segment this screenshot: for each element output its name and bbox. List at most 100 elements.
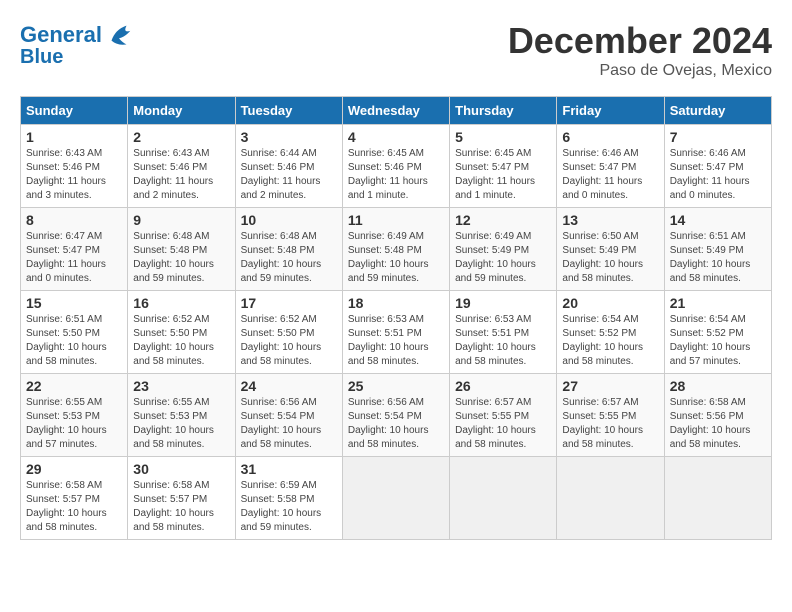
calendar-cell: 6 Sunrise: 6:46 AMSunset: 5:47 PMDayligh…: [557, 125, 664, 208]
calendar-week-3: 15 Sunrise: 6:51 AMSunset: 5:50 PMDaylig…: [21, 291, 772, 374]
day-number: 10: [241, 212, 337, 228]
day-info: Sunrise: 6:55 AMSunset: 5:53 PMDaylight:…: [133, 397, 214, 450]
day-info: Sunrise: 6:48 AMSunset: 5:48 PMDaylight:…: [241, 231, 322, 284]
day-number: 15: [26, 295, 122, 311]
weekday-header-thursday: Thursday: [450, 97, 557, 125]
calendar-cell: 22 Sunrise: 6:55 AMSunset: 5:53 PMDaylig…: [21, 374, 128, 457]
logo-bird-icon: [104, 20, 134, 50]
day-info: Sunrise: 6:57 AMSunset: 5:55 PMDaylight:…: [562, 397, 643, 450]
day-info: Sunrise: 6:58 AMSunset: 5:56 PMDaylight:…: [670, 397, 751, 450]
title-block: December 2024 Paso de Ovejas, Mexico: [508, 20, 772, 80]
weekday-header-row: SundayMondayTuesdayWednesdayThursdayFrid…: [21, 97, 772, 125]
day-info: Sunrise: 6:55 AMSunset: 5:53 PMDaylight:…: [26, 397, 107, 450]
day-number: 13: [562, 212, 658, 228]
page-header: General Blue December 2024 Paso de Oveja…: [20, 20, 772, 80]
day-number: 18: [348, 295, 444, 311]
day-number: 7: [670, 129, 766, 145]
day-info: Sunrise: 6:56 AMSunset: 5:54 PMDaylight:…: [348, 397, 429, 450]
day-number: 5: [455, 129, 551, 145]
calendar-cell: 9 Sunrise: 6:48 AMSunset: 5:48 PMDayligh…: [128, 208, 235, 291]
day-number: 19: [455, 295, 551, 311]
day-number: 4: [348, 129, 444, 145]
day-info: Sunrise: 6:54 AMSunset: 5:52 PMDaylight:…: [670, 314, 751, 367]
weekday-header-saturday: Saturday: [664, 97, 771, 125]
day-number: 30: [133, 461, 229, 477]
day-number: 12: [455, 212, 551, 228]
day-info: Sunrise: 6:59 AMSunset: 5:58 PMDaylight:…: [241, 480, 322, 533]
calendar-cell: [342, 457, 449, 540]
day-number: 25: [348, 378, 444, 394]
day-info: Sunrise: 6:58 AMSunset: 5:57 PMDaylight:…: [133, 480, 214, 533]
calendar-cell: 30 Sunrise: 6:58 AMSunset: 5:57 PMDaylig…: [128, 457, 235, 540]
day-number: 28: [670, 378, 766, 394]
calendar-cell: 11 Sunrise: 6:49 AMSunset: 5:48 PMDaylig…: [342, 208, 449, 291]
day-number: 11: [348, 212, 444, 228]
logo: General Blue: [20, 20, 134, 68]
day-info: Sunrise: 6:46 AMSunset: 5:47 PMDaylight:…: [670, 148, 750, 201]
day-number: 20: [562, 295, 658, 311]
day-info: Sunrise: 6:52 AMSunset: 5:50 PMDaylight:…: [133, 314, 214, 367]
calendar-cell: 1 Sunrise: 6:43 AMSunset: 5:46 PMDayligh…: [21, 125, 128, 208]
calendar-week-4: 22 Sunrise: 6:55 AMSunset: 5:53 PMDaylig…: [21, 374, 772, 457]
day-number: 31: [241, 461, 337, 477]
calendar-cell: 17 Sunrise: 6:52 AMSunset: 5:50 PMDaylig…: [235, 291, 342, 374]
day-info: Sunrise: 6:52 AMSunset: 5:50 PMDaylight:…: [241, 314, 322, 367]
day-info: Sunrise: 6:46 AMSunset: 5:47 PMDaylight:…: [562, 148, 642, 201]
day-number: 24: [241, 378, 337, 394]
calendar-cell: 7 Sunrise: 6:46 AMSunset: 5:47 PMDayligh…: [664, 125, 771, 208]
day-info: Sunrise: 6:47 AMSunset: 5:47 PMDaylight:…: [26, 231, 106, 284]
weekday-header-sunday: Sunday: [21, 97, 128, 125]
day-info: Sunrise: 6:48 AMSunset: 5:48 PMDaylight:…: [133, 231, 214, 284]
logo-text: General: [20, 23, 102, 47]
calendar-cell: 28 Sunrise: 6:58 AMSunset: 5:56 PMDaylig…: [664, 374, 771, 457]
day-number: 6: [562, 129, 658, 145]
day-number: 21: [670, 295, 766, 311]
day-info: Sunrise: 6:53 AMSunset: 5:51 PMDaylight:…: [348, 314, 429, 367]
calendar-cell: 4 Sunrise: 6:45 AMSunset: 5:46 PMDayligh…: [342, 125, 449, 208]
calendar-cell: 8 Sunrise: 6:47 AMSunset: 5:47 PMDayligh…: [21, 208, 128, 291]
weekday-header-wednesday: Wednesday: [342, 97, 449, 125]
day-number: 14: [670, 212, 766, 228]
calendar-cell: 15 Sunrise: 6:51 AMSunset: 5:50 PMDaylig…: [21, 291, 128, 374]
location: Paso de Ovejas, Mexico: [508, 62, 772, 80]
calendar-cell: 5 Sunrise: 6:45 AMSunset: 5:47 PMDayligh…: [450, 125, 557, 208]
day-info: Sunrise: 6:51 AMSunset: 5:49 PMDaylight:…: [670, 231, 751, 284]
day-info: Sunrise: 6:49 AMSunset: 5:48 PMDaylight:…: [348, 231, 429, 284]
calendar-cell: 13 Sunrise: 6:50 AMSunset: 5:49 PMDaylig…: [557, 208, 664, 291]
day-info: Sunrise: 6:50 AMSunset: 5:49 PMDaylight:…: [562, 231, 643, 284]
day-info: Sunrise: 6:57 AMSunset: 5:55 PMDaylight:…: [455, 397, 536, 450]
calendar-cell: 29 Sunrise: 6:58 AMSunset: 5:57 PMDaylig…: [21, 457, 128, 540]
calendar-cell: [664, 457, 771, 540]
day-number: 22: [26, 378, 122, 394]
day-info: Sunrise: 6:54 AMSunset: 5:52 PMDaylight:…: [562, 314, 643, 367]
calendar-cell: 26 Sunrise: 6:57 AMSunset: 5:55 PMDaylig…: [450, 374, 557, 457]
calendar-cell: 12 Sunrise: 6:49 AMSunset: 5:49 PMDaylig…: [450, 208, 557, 291]
day-info: Sunrise: 6:43 AMSunset: 5:46 PMDaylight:…: [26, 148, 106, 201]
day-number: 8: [26, 212, 122, 228]
weekday-header-tuesday: Tuesday: [235, 97, 342, 125]
calendar-cell: [450, 457, 557, 540]
calendar-table: SundayMondayTuesdayWednesdayThursdayFrid…: [20, 96, 772, 540]
day-number: 9: [133, 212, 229, 228]
calendar-cell: 2 Sunrise: 6:43 AMSunset: 5:46 PMDayligh…: [128, 125, 235, 208]
day-info: Sunrise: 6:58 AMSunset: 5:57 PMDaylight:…: [26, 480, 107, 533]
day-number: 27: [562, 378, 658, 394]
calendar-cell: 3 Sunrise: 6:44 AMSunset: 5:46 PMDayligh…: [235, 125, 342, 208]
day-info: Sunrise: 6:45 AMSunset: 5:46 PMDaylight:…: [348, 148, 428, 201]
calendar-cell: 24 Sunrise: 6:56 AMSunset: 5:54 PMDaylig…: [235, 374, 342, 457]
calendar-cell: 23 Sunrise: 6:55 AMSunset: 5:53 PMDaylig…: [128, 374, 235, 457]
day-number: 26: [455, 378, 551, 394]
calendar-cell: 25 Sunrise: 6:56 AMSunset: 5:54 PMDaylig…: [342, 374, 449, 457]
day-info: Sunrise: 6:44 AMSunset: 5:46 PMDaylight:…: [241, 148, 321, 201]
calendar-cell: 10 Sunrise: 6:48 AMSunset: 5:48 PMDaylig…: [235, 208, 342, 291]
calendar-cell: 20 Sunrise: 6:54 AMSunset: 5:52 PMDaylig…: [557, 291, 664, 374]
day-info: Sunrise: 6:53 AMSunset: 5:51 PMDaylight:…: [455, 314, 536, 367]
calendar-week-5: 29 Sunrise: 6:58 AMSunset: 5:57 PMDaylig…: [21, 457, 772, 540]
day-number: 1: [26, 129, 122, 145]
calendar-cell: 14 Sunrise: 6:51 AMSunset: 5:49 PMDaylig…: [664, 208, 771, 291]
day-number: 23: [133, 378, 229, 394]
weekday-header-friday: Friday: [557, 97, 664, 125]
day-number: 16: [133, 295, 229, 311]
calendar-cell: 21 Sunrise: 6:54 AMSunset: 5:52 PMDaylig…: [664, 291, 771, 374]
calendar-cell: 27 Sunrise: 6:57 AMSunset: 5:55 PMDaylig…: [557, 374, 664, 457]
